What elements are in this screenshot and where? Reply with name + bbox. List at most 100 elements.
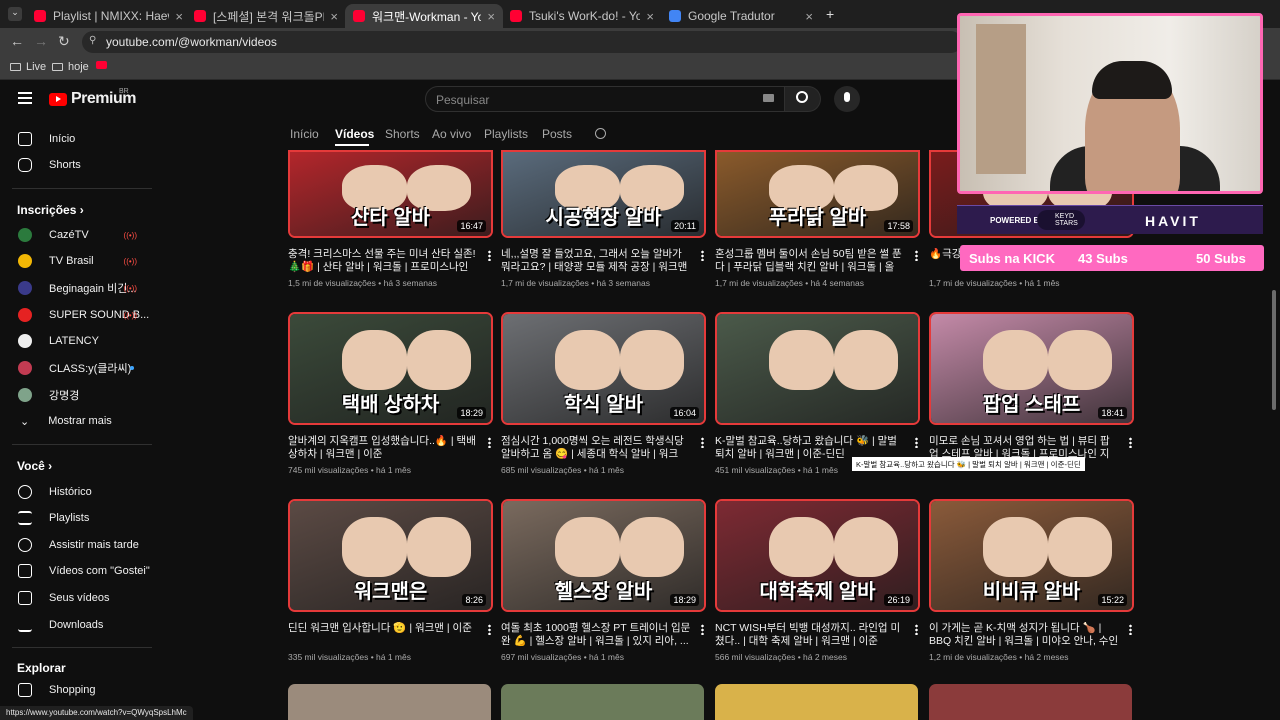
mic-button[interactable]: [834, 86, 860, 112]
video-thumbnail[interactable]: 택배 상하차 18:29: [288, 312, 493, 425]
video-duration-badge: 15:22: [1098, 594, 1127, 606]
bookmark-youtube[interactable]: [96, 61, 107, 69]
more-actions-icon[interactable]: [915, 250, 918, 261]
sidebar-item-playlists[interactable]: Playlists: [0, 505, 155, 531]
video-thumbnail[interactable]: [715, 312, 920, 425]
you-heading[interactable]: Você ›: [17, 459, 52, 473]
video-title[interactable]: 알바계의 지옥캠프 입성했습니다..🔥 | 택배 상하차 | 워크맨 | 이준: [288, 435, 478, 461]
video-title[interactable]: 여돌 최초 1000평 헬스장 PT 트레이너 입문완 💪 | 헬스장 알바 |…: [501, 622, 691, 648]
more-actions-icon[interactable]: [488, 250, 491, 261]
more-actions-icon[interactable]: [701, 250, 704, 261]
site-info-icon[interactable]: ⚲: [89, 35, 96, 46]
video-thumbnail[interactable]: 학식 알바 16:04: [501, 312, 706, 425]
more-actions-icon[interactable]: [701, 437, 704, 448]
sidebar-item-liked[interactable]: Vídeos com "Gostei": [0, 558, 155, 584]
more-actions-icon[interactable]: [1129, 624, 1132, 635]
browser-tab-active[interactable]: 워크맨-Workman - YouTube×: [345, 4, 503, 28]
video-thumbnail-partial[interactable]: [288, 684, 491, 720]
shorts-icon: [18, 158, 32, 172]
video-thumbnail-partial[interactable]: [501, 684, 704, 720]
sidebar-subscription[interactable]: SUPER SOUND B... ((•)): [0, 302, 155, 328]
close-icon[interactable]: ×: [646, 9, 654, 24]
tab-live[interactable]: Ao vivo: [432, 127, 471, 141]
reload-icon[interactable]: ↻: [58, 33, 70, 50]
more-actions-icon[interactable]: [915, 437, 918, 448]
search-input[interactable]: Pesquisar: [425, 86, 785, 112]
video-title[interactable]: 딘딘 워크맨 입사합니다 🫡 | 워크맨 | 이준: [288, 622, 478, 648]
browser-tab[interactable]: Playlist | NMIXX: Haewon Work×: [26, 4, 191, 28]
thumbnail-face: [983, 330, 1048, 391]
video-thumbnail[interactable]: 산타 알바 16:47: [288, 150, 493, 238]
tab-search-icon[interactable]: ⌄: [8, 7, 22, 21]
sidebar-subscription[interactable]: 강명경: [0, 382, 155, 408]
shopping-icon: [18, 683, 32, 697]
channel-search-icon[interactable]: [595, 128, 606, 139]
browser-tab[interactable]: Google Tradutor ×: [661, 4, 821, 28]
video-thumbnail-partial[interactable]: [929, 684, 1132, 720]
video-title[interactable]: 점심시간 1,000명씩 오는 레전드 학생식당 알바하고 옴 😋 | 세종대 …: [501, 435, 691, 461]
menu-icon[interactable]: [18, 92, 32, 104]
more-actions-icon[interactable]: [488, 437, 491, 448]
sidebar-item-downloads[interactable]: Downloads: [0, 612, 155, 638]
video-thumbnail[interactable]: 헬스장 알바 18:29: [501, 499, 706, 612]
video-thumbnail[interactable]: 대학축제 알바 26:19: [715, 499, 920, 612]
subscriptions-heading[interactable]: Inscrições ›: [17, 203, 84, 217]
sidebar-subscription[interactable]: CazéTV ((•)): [0, 222, 155, 248]
upload-age: há 4 semanas: [810, 278, 864, 288]
video-thumbnail[interactable]: 시공현장 알바 20:11: [501, 150, 706, 238]
tab-videos[interactable]: Vídeos: [335, 127, 374, 141]
url-input[interactable]: ⚲ youtube.com/@workman/videos: [82, 31, 962, 53]
tab-shorts[interactable]: Shorts: [385, 127, 420, 141]
folder-icon: [10, 63, 21, 71]
sidebar-item-your-videos[interactable]: Seus vídeos: [0, 585, 155, 611]
close-icon[interactable]: ×: [330, 9, 338, 24]
more-actions-icon[interactable]: [915, 624, 918, 635]
video-title[interactable]: 이 가게는 곧 K-치맥 성지가 됩니다 🍗 | BBQ 치킨 알바 | 워크돌…: [929, 622, 1119, 648]
video-thumbnail[interactable]: 비비큐 알바 15:22: [929, 499, 1134, 612]
sidebar-item-watch-later[interactable]: Assistir mais tarde: [0, 532, 155, 558]
keyboard-icon[interactable]: [763, 94, 774, 102]
show-more-button[interactable]: ⌄ Mostrar mais: [0, 408, 155, 434]
view-count: 1,7 mi de visualizações: [929, 278, 1017, 288]
video-thumbnail-partial[interactable]: [715, 684, 918, 720]
close-icon[interactable]: ×: [805, 9, 813, 24]
more-actions-icon[interactable]: [1129, 437, 1132, 448]
sidebar-subscription[interactable]: TV Brasil ((•)): [0, 248, 155, 274]
thumbnail-face: [769, 517, 834, 578]
search-button[interactable]: [785, 86, 821, 112]
sidebar-item-shorts[interactable]: Shorts: [0, 152, 155, 178]
tab-home[interactable]: Início: [290, 127, 319, 141]
sidebar-item-history[interactable]: Histórico: [0, 479, 155, 505]
video-title[interactable]: NCT WISH부터 빅뱅 대성까지.. 라인업 미쳤다.. | 대학 축제 알…: [715, 622, 905, 648]
browser-tab[interactable]: Tsuki's WorK-do! - YouTube×: [502, 4, 662, 28]
sidebar-subscription[interactable]: LATENCY: [0, 328, 155, 354]
video-duration-badge: 16:04: [670, 407, 699, 419]
browser-tab[interactable]: [스페셜] 본격 워크돌PD 앞담화×: [186, 4, 346, 28]
video-title[interactable]: 네,,,설명 잘 들었고요, 그래서 오늘 알바가 뭐라고요? | 태양광 모듈…: [501, 248, 691, 274]
tab-posts[interactable]: Posts: [542, 127, 572, 141]
sidebar-subscription[interactable]: Beginagain 비긴... ((•)): [0, 275, 155, 301]
video-thumbnail[interactable]: 푸라닭 알바 17:58: [715, 150, 920, 238]
video-title[interactable]: 충격! 크리스마스 선물 주는 미녀 산타 실존! 🎄🎁 | 산타 알바 | 워…: [288, 248, 478, 274]
close-icon[interactable]: ×: [175, 9, 183, 24]
sidebar-item-shopping[interactable]: Shopping: [0, 677, 155, 703]
video-thumbnail[interactable]: 워크맨은 8:26: [288, 499, 493, 612]
more-actions-icon[interactable]: [488, 624, 491, 635]
bookmark-folder-live[interactable]: Live: [10, 61, 46, 73]
video-meta: 1,7 mi de visualizações • há 4 semanas: [715, 278, 864, 288]
scrollbar-thumb[interactable]: [1272, 290, 1276, 410]
forward-arrow-icon[interactable]: →: [34, 33, 48, 49]
sidebar-subscription[interactable]: CLASS:y(클라씨): [0, 355, 155, 381]
bookmark-folder-hoje[interactable]: hoje: [52, 61, 89, 73]
sponsor-brand-2: HAVIT: [1145, 213, 1201, 229]
video-title[interactable]: 혼성그룹 멤버 둘이서 손님 50팀 받은 썰 푼다 | 푸라닭 딥블랙 치킨 …: [715, 248, 905, 274]
channel-avatar: [18, 228, 32, 242]
video-thumbnail[interactable]: 팝업 스태프 18:41: [929, 312, 1134, 425]
new-tab-button[interactable]: +: [826, 6, 834, 22]
close-icon[interactable]: ×: [487, 9, 495, 24]
more-actions-icon[interactable]: [701, 624, 704, 635]
sidebar-item-home[interactable]: Início: [0, 126, 155, 152]
back-arrow-icon[interactable]: ←: [10, 33, 24, 49]
divider: [12, 188, 152, 189]
tab-playlists[interactable]: Playlists: [484, 127, 528, 141]
